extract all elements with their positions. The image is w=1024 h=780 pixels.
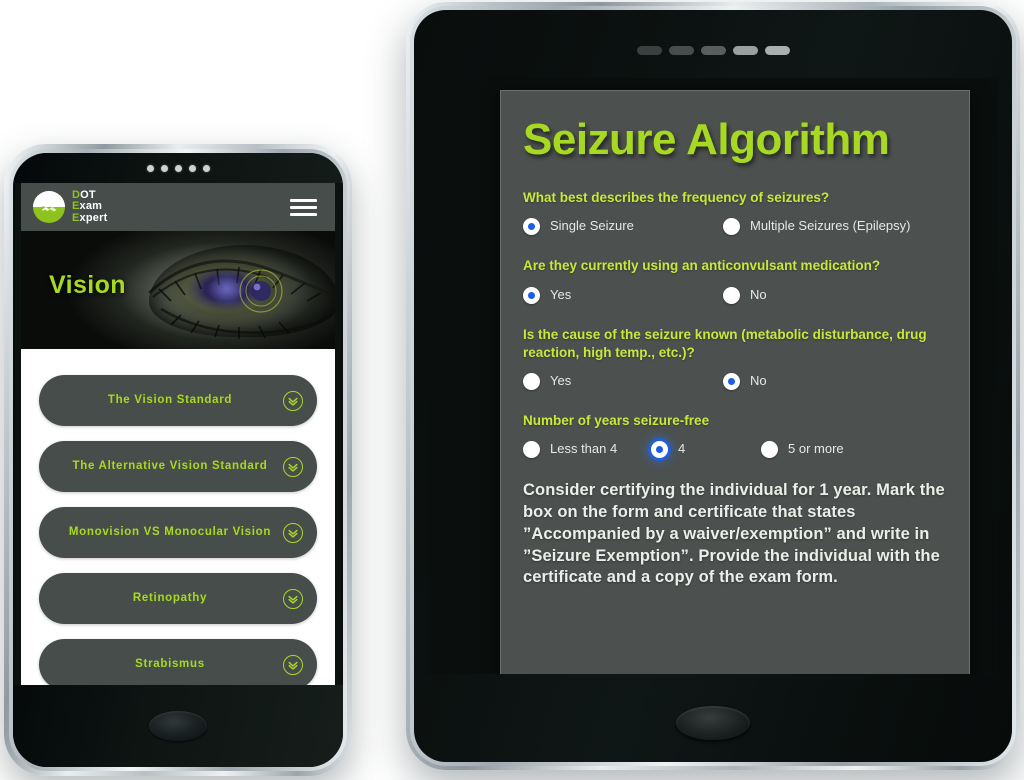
question-text: What best describes the frequency of sei…	[523, 190, 830, 206]
radio-option-label: No	[750, 373, 767, 389]
phone-body: DOT Exam Expert Vision The Vision Standa…	[13, 153, 343, 767]
hamburger-bar	[290, 205, 317, 209]
question-block: What best describes the frequency of sei…	[523, 189, 947, 236]
radio-option-label: 5 or more	[788, 441, 844, 457]
hamburger-bar	[290, 212, 317, 216]
radio-option-label: Yes	[550, 373, 572, 389]
option-row: Yes No	[523, 372, 947, 391]
option-row: Single Seizure Multiple Seizures (Epileps…	[523, 217, 947, 236]
accordion-item-label: Retinopathy	[132, 592, 208, 605]
radio-option[interactable]: Multiple Seizures (Epilepsy)	[723, 217, 923, 236]
brand-logo[interactable]: DOT Exam Expert	[33, 189, 108, 224]
question-block: Number of years seizure-free Less than 4 4…	[523, 412, 947, 459]
tablet-home-button[interactable]	[676, 706, 750, 740]
radio-option[interactable]: Single Seizure	[523, 217, 723, 236]
hamburger-bar	[290, 198, 317, 202]
speaker-pill	[668, 46, 694, 55]
accordion-item-label: The Alternative Vision Standard	[72, 460, 268, 473]
radio-button[interactable]	[523, 441, 540, 459]
radio-option[interactable]: No	[723, 286, 923, 304]
radio-option-label: 4	[678, 441, 686, 457]
brand-logo-line: Expert	[72, 211, 108, 224]
tablet-mockup: Seizure Algorithm What best describes th…	[406, 2, 1020, 770]
phone-screen: DOT Exam Expert Vision The Vision Standa…	[21, 183, 335, 703]
accordion-item[interactable]: The Alternative Vision Standard	[39, 441, 317, 492]
radio-button[interactable]	[723, 373, 740, 391]
radio-option[interactable]: Yes	[523, 372, 723, 391]
double-chevron-down-icon[interactable]	[283, 456, 303, 477]
speaker-pill	[636, 46, 662, 55]
accordion-item-label: Strabismus	[135, 658, 205, 671]
accordion-item[interactable]: Retinopathy	[39, 573, 317, 624]
radio-option[interactable]: No	[723, 372, 923, 391]
radio-option-label: Multiple Seizures (Epilepsy)	[750, 218, 911, 234]
seizure-algorithm-card: Seizure Algorithm What best describes th…	[500, 90, 970, 674]
hamburger-menu-icon[interactable]	[290, 198, 317, 216]
radio-option[interactable]: Less than 4	[523, 440, 651, 459]
option-row: Less than 4 4 5 or more	[523, 440, 947, 459]
radio-button[interactable]	[523, 373, 540, 391]
question-text: Is the cause of the seizure known (metab…	[523, 326, 927, 360]
tablet-body: Seizure Algorithm What best describes th…	[414, 10, 1012, 762]
accordion-item[interactable]: The Vision Standard	[39, 375, 317, 426]
radio-button[interactable]	[651, 441, 668, 459]
phone-bezel-dot	[174, 164, 182, 172]
radio-option[interactable]: Yes	[523, 286, 723, 304]
radio-button[interactable]	[723, 218, 740, 236]
phone-top-bezel	[13, 153, 343, 183]
phone-frame-inner: DOT Exam Expert Vision The Vision Standa…	[9, 149, 347, 771]
radio-option-label: Yes	[550, 286, 572, 302]
question-block: Are they currently using an anticonvulsa…	[523, 257, 947, 304]
speaker-pill	[764, 46, 790, 55]
handshake-circle-logo-icon	[33, 191, 65, 223]
question-block: Is the cause of the seizure known (metab…	[523, 326, 947, 391]
radio-option[interactable]: 4	[651, 440, 761, 459]
phone-hero-banner: Vision	[21, 231, 335, 349]
phone-bezel-dot	[160, 164, 168, 172]
speaker-pill	[732, 46, 758, 55]
tablet-speaker-grille	[414, 46, 1012, 55]
radio-option[interactable]: 5 or more	[761, 440, 889, 459]
phone-bezel-dot	[202, 164, 210, 172]
phone-bezel-dot	[146, 164, 154, 172]
accordion-item[interactable]: Strabismus	[39, 639, 317, 690]
option-row: Yes No	[523, 286, 947, 304]
phone-mockup: DOT Exam Expert Vision The Vision Standa…	[4, 144, 352, 776]
result-text: Consider certifying the individual for 1…	[523, 481, 945, 587]
phone-bottom-bezel	[13, 685, 343, 767]
accordion-item[interactable]: Monovision VS Monocular Vision	[39, 507, 317, 558]
accordion-list: The Vision Standard The Alternative Visio…	[21, 349, 335, 700]
question-text: Number of years seizure-free	[523, 413, 710, 429]
double-chevron-down-icon[interactable]	[283, 654, 303, 675]
double-chevron-down-icon[interactable]	[283, 588, 303, 609]
double-chevron-down-icon[interactable]	[283, 522, 303, 543]
double-chevron-down-icon[interactable]	[283, 390, 303, 411]
radio-option-label: Less than 4	[550, 441, 618, 457]
speaker-pill	[700, 46, 726, 55]
radio-option-label: Single Seizure	[550, 218, 634, 234]
accordion-item-label: Monovision VS Monocular Vision	[68, 526, 272, 539]
phone-home-button[interactable]	[149, 711, 207, 741]
radio-option-label: No	[750, 286, 767, 302]
hero-title: Vision	[49, 271, 126, 299]
page-title: Seizure Algorithm	[523, 115, 890, 164]
eye-illustration	[147, 259, 335, 339]
phone-app-header: DOT Exam Expert	[21, 183, 335, 231]
brand-logo-text: DOT Exam Expert	[72, 189, 108, 224]
radio-button[interactable]	[523, 218, 540, 236]
tablet-frame-inner: Seizure Algorithm What best describes th…	[410, 6, 1016, 766]
accordion-item-label: The Vision Standard	[107, 394, 233, 407]
tablet-screen: Seizure Algorithm What best describes th…	[428, 78, 998, 674]
radio-button[interactable]	[723, 286, 740, 304]
mockup-stage: DOT Exam Expert Vision The Vision Standa…	[0, 0, 1024, 780]
radio-button[interactable]	[761, 441, 778, 459]
phone-bezel-dot	[188, 164, 196, 172]
question-list: What best describes the frequency of sei…	[523, 189, 947, 459]
question-text: Are they currently using an anticonvulsa…	[523, 258, 881, 274]
radio-button[interactable]	[523, 286, 540, 304]
handshake-icon	[38, 206, 60, 215]
